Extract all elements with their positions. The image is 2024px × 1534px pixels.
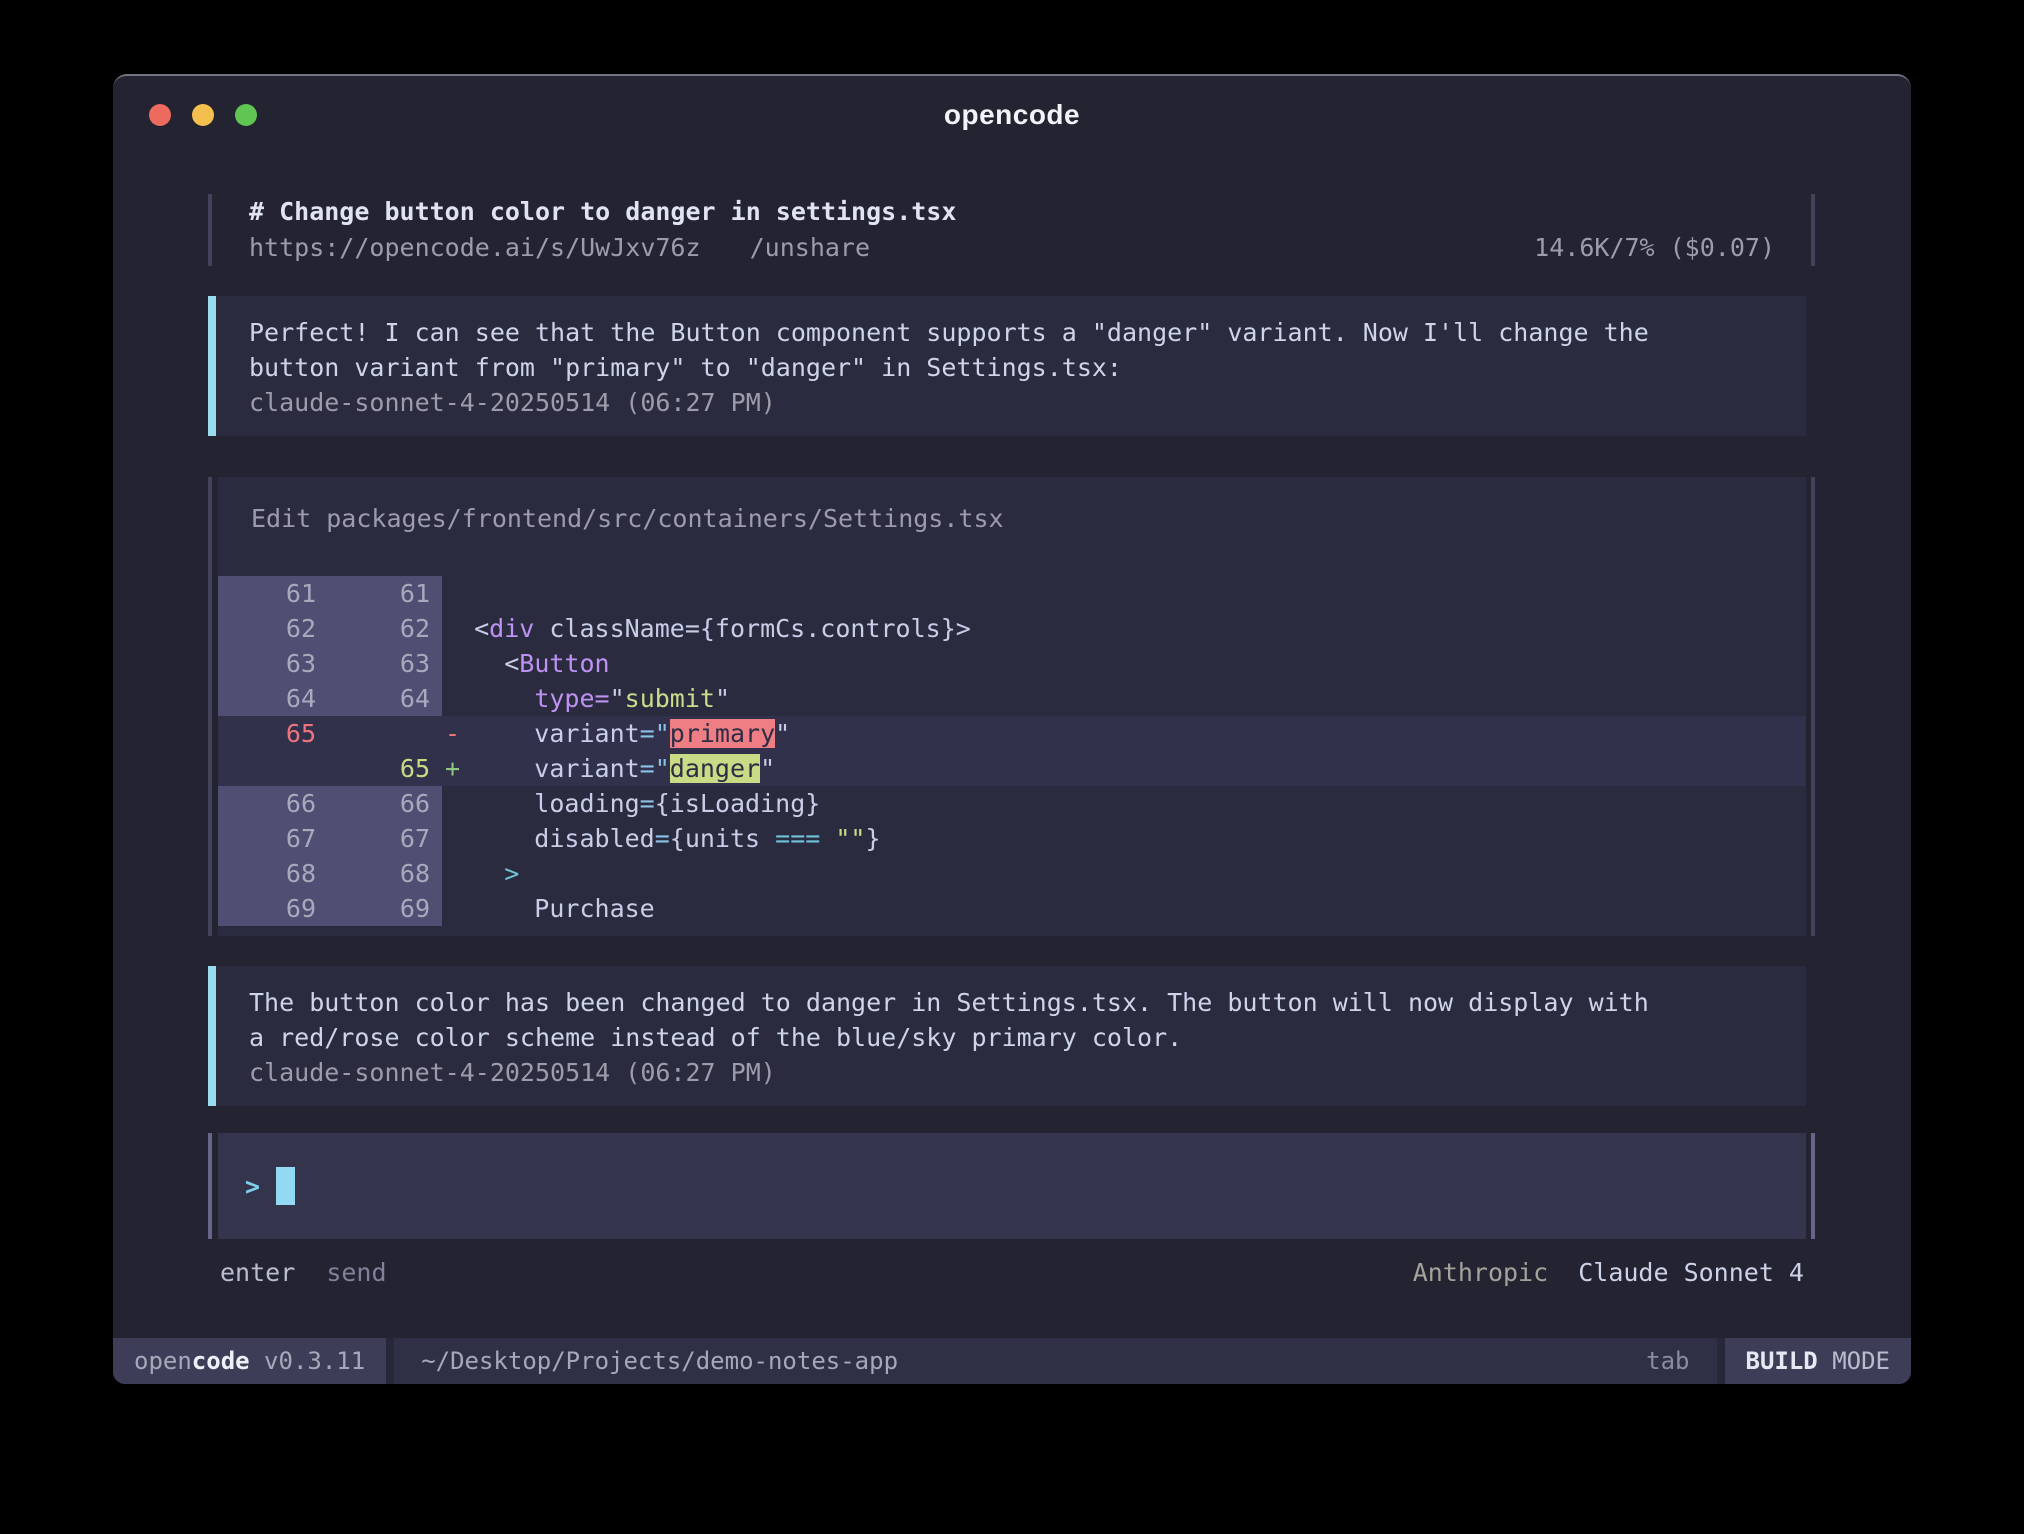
assistant-message-2: The button color has been changed to dan… xyxy=(208,966,1806,1106)
mode-chip: BUILD MODE xyxy=(1725,1338,1912,1384)
diff-row: 6666 loading={isLoading} xyxy=(218,786,1806,821)
diff-new-line-number: 63 xyxy=(330,646,442,681)
hint-row: enter send Anthropic Claude Sonnet 4 xyxy=(218,1239,1806,1290)
diff-old-line-number: 63 xyxy=(218,646,330,681)
app-version-chip: opencode v0.3.11 xyxy=(113,1338,386,1384)
edit-tool-title: Edit packages/frontend/src/containers/Se… xyxy=(218,501,1806,536)
diff-code-line: Purchase xyxy=(442,891,1806,926)
diff-row: 6161 xyxy=(218,576,1806,611)
status-divider xyxy=(1717,1338,1725,1384)
diff-row: 65 - variant="primary" xyxy=(218,716,1806,751)
working-directory: ~/Desktop/Projects/demo-notes-app xyxy=(421,1347,898,1375)
diff-code-line: + variant="danger" xyxy=(442,751,1806,786)
diff-new-line-number: 67 xyxy=(330,821,442,856)
message-meta: claude-sonnet-4-20250514 (06:27 PM) xyxy=(249,385,1782,420)
diff-new-line-number: 65 xyxy=(330,751,442,786)
diff-code-line: type="submit" xyxy=(442,681,1806,716)
diff-code-line: disabled={units === ""} xyxy=(442,821,1806,856)
diff-old-line-number: 61 xyxy=(218,576,330,611)
diff-code-line: <div className={formCs.controls}> xyxy=(442,611,1806,646)
diff-new-line-number: 62 xyxy=(330,611,442,646)
share-url-link[interactable]: https://opencode.ai/s/UwJxv76z xyxy=(249,233,701,262)
diff-old-line-number xyxy=(218,751,330,786)
tab-key-hint: tab xyxy=(1646,1347,1689,1375)
mode-secondary: MODE xyxy=(1818,1347,1890,1375)
message-line: Perfect! I can see that the Button compo… xyxy=(249,315,1782,350)
status-bar: opencode v0.3.11 ~/Desktop/Projects/demo… xyxy=(113,1338,1911,1384)
model-name: Claude Sonnet 4 xyxy=(1578,1258,1804,1287)
diff-old-line-number: 68 xyxy=(218,856,330,891)
diff-row: 65+ variant="danger" xyxy=(218,751,1806,786)
diff-new-line-number: 68 xyxy=(330,856,442,891)
diff-code-line: loading={isLoading} xyxy=(442,786,1806,821)
send-hint: enter send xyxy=(220,1256,387,1290)
diff-row: 6767 disabled={units === ""} xyxy=(218,821,1806,856)
diff-old-line-number: 64 xyxy=(218,681,330,716)
mode-primary: BUILD xyxy=(1746,1347,1818,1375)
diff-new-line-number: 69 xyxy=(330,891,442,926)
diff-change-marker: + xyxy=(445,751,460,786)
window-title: opencode xyxy=(113,99,1911,131)
unshare-command[interactable]: /unshare xyxy=(750,233,870,262)
provider-name: Anthropic xyxy=(1413,1258,1548,1287)
session-header: # Change button color to danger in setti… xyxy=(218,194,1806,266)
app-version: v0.3.11 xyxy=(250,1347,366,1375)
app-window: opencode # Change button color to danger… xyxy=(113,74,1911,1384)
diff-new-line-number xyxy=(330,716,442,751)
diff-old-line-number: 62 xyxy=(218,611,330,646)
diff-old-line-number: 65 xyxy=(218,716,330,751)
message-line: The button color has been changed to dan… xyxy=(249,985,1782,1020)
diff-old-line-number: 66 xyxy=(218,786,330,821)
prompt-symbol: > xyxy=(245,1172,260,1201)
main-content: # Change button color to danger in setti… xyxy=(113,154,1911,1338)
diff-row: 6868 > xyxy=(218,856,1806,891)
assistant-message-1: Perfect! I can see that the Button compo… xyxy=(208,296,1806,436)
title-bar: opencode xyxy=(113,76,1911,154)
session-subtitle-row: https://opencode.ai/s/UwJxv76z /unshare … xyxy=(249,230,1775,266)
app-name-prefix: open xyxy=(134,1347,192,1375)
diff-new-line-number: 66 xyxy=(330,786,442,821)
edit-tool-block: Edit packages/frontend/src/containers/Se… xyxy=(218,477,1806,936)
message-line: button variant from "primary" to "danger… xyxy=(249,350,1782,385)
diff-code-line xyxy=(442,576,1806,611)
message-line: a red/rose color scheme instead of the b… xyxy=(249,1020,1782,1055)
diff-row: 6464 type="submit" xyxy=(218,681,1806,716)
diff-new-line-number: 64 xyxy=(330,681,442,716)
model-indicator: Anthropic Claude Sonnet 4 xyxy=(1413,1256,1804,1290)
diff-old-line-number: 67 xyxy=(218,821,330,856)
diff-code-line: - variant="primary" xyxy=(442,716,1806,751)
share-row: https://opencode.ai/s/UwJxv76z /unshare xyxy=(249,230,870,266)
diff-row: 6969 Purchase xyxy=(218,891,1806,926)
session-title: # Change button color to danger in setti… xyxy=(249,194,1775,230)
app-name-suffix: code xyxy=(192,1347,250,1375)
diff-old-line-number: 69 xyxy=(218,891,330,926)
diff-row: 6363 <Button xyxy=(218,646,1806,681)
message-meta: claude-sonnet-4-20250514 (06:27 PM) xyxy=(249,1055,1782,1090)
status-divider xyxy=(386,1338,394,1384)
diff-row: 6262 <div className={formCs.controls}> xyxy=(218,611,1806,646)
diff-table: 61616262 <div className={formCs.controls… xyxy=(218,576,1806,926)
diff-change-marker: - xyxy=(445,716,460,751)
diff-code-line: > xyxy=(442,856,1806,891)
diff-code-line: <Button xyxy=(442,646,1806,681)
prompt-input[interactable]: > xyxy=(218,1133,1806,1239)
token-usage: 14.6K/7% ($0.07) xyxy=(1534,230,1775,266)
key-action: send xyxy=(326,1258,386,1287)
diff-new-line-number: 61 xyxy=(330,576,442,611)
text-cursor xyxy=(276,1167,295,1205)
key-hint: enter xyxy=(220,1258,295,1287)
